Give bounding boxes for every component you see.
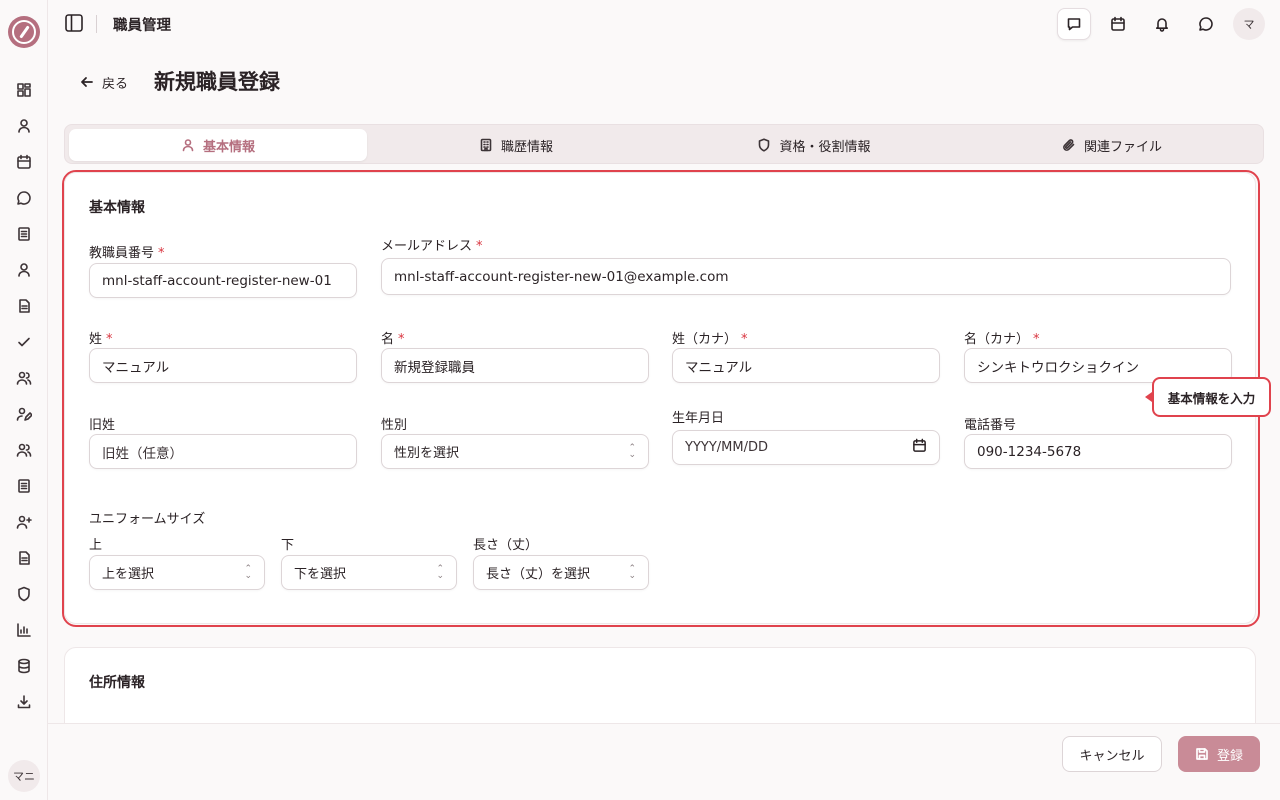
user-avatar[interactable]: マ	[1233, 8, 1265, 40]
chat-icon[interactable]	[14, 188, 34, 208]
database-icon[interactable]	[14, 656, 34, 676]
uniform-top-label: 上	[89, 538, 103, 553]
uniform-length-label: 長さ（丈）	[473, 538, 539, 553]
group-icon[interactable]	[14, 440, 34, 460]
check-icon[interactable]	[14, 332, 34, 352]
building-icon	[480, 138, 492, 152]
gender-select[interactable]: 性別を選択 ⌃ ⌄	[381, 434, 649, 469]
page-title: 新規職員登録	[154, 70, 280, 94]
first-name-label: 名 *	[381, 332, 405, 347]
calendar-icon[interactable]	[1101, 8, 1135, 40]
users-icon[interactable]	[14, 368, 34, 388]
chevron-up-down-icon: ⌃ ⌄	[244, 563, 252, 581]
tab-basic-info[interactable]: 基本情報	[69, 129, 367, 161]
back-label: 戻る	[102, 76, 129, 92]
last-name-kana-input[interactable]: マニュアル	[672, 348, 940, 383]
former-name-input[interactable]: 旧姓（任意）	[89, 434, 357, 469]
calendar-icon[interactable]	[14, 152, 34, 172]
chevron-up-down-icon: ⌃ ⌄	[628, 442, 636, 460]
divider	[96, 15, 97, 33]
birthdate-input[interactable]: YYYY/MM/DD	[672, 430, 940, 465]
submit-label: 登録	[1216, 748, 1243, 764]
last-name-label: 姓 *	[89, 332, 113, 347]
tooltip-arrow	[1145, 392, 1152, 402]
uniform-top-select[interactable]: 上を選択 ⌃ ⌄	[89, 555, 265, 590]
first-name-input[interactable]: 新規登録職員	[381, 348, 649, 383]
email-label: メールアドレス *	[381, 239, 483, 254]
birthdate-value: YYYY/MM/DD	[685, 440, 768, 455]
paperclip-icon	[1063, 139, 1075, 151]
uniform-length-select[interactable]: 長さ（丈）を選択 ⌃ ⌄	[473, 555, 649, 590]
former-name-label: 旧姓	[89, 418, 116, 433]
list-icon[interactable]	[14, 476, 34, 496]
last-name-input[interactable]: マニュアル	[89, 348, 357, 383]
uniform-bottom-select[interactable]: 下を選択 ⌃ ⌄	[281, 555, 457, 590]
file-text-icon[interactable]	[14, 296, 34, 316]
tab-qualification-info[interactable]: 資格・役割情報	[665, 129, 963, 161]
tab-related-files[interactable]: 関連ファイル	[963, 129, 1261, 161]
tab-label: 基本情報	[202, 139, 255, 155]
person-icon[interactable]	[14, 260, 34, 280]
chat-bubble-icon[interactable]	[1189, 8, 1223, 40]
sidebar-toggle-icon[interactable]	[64, 13, 84, 33]
user-icon[interactable]	[14, 116, 34, 136]
uniform-bottom-label: 下	[281, 538, 295, 553]
tab-career-info[interactable]: 職歴情報	[367, 129, 665, 161]
gender-select-value: 性別を選択	[394, 446, 460, 461]
sidebar-user-avatar[interactable]: マニ	[8, 760, 40, 792]
guide-tooltip: 基本情報を入力	[1152, 377, 1271, 417]
top-bar: 職員管理 マ	[48, 0, 1280, 48]
birthdate-label: 生年月日	[672, 411, 725, 426]
section-title: 基本情報	[89, 200, 145, 216]
tab-label: 関連ファイル	[1083, 139, 1162, 155]
user-edit-icon[interactable]	[14, 404, 34, 424]
tab-label: 職歴情報	[500, 139, 553, 155]
cancel-button[interactable]: キャンセル	[1062, 736, 1162, 772]
staff-number-label: 教職員番号 *	[89, 246, 165, 261]
download-icon[interactable]	[14, 692, 34, 712]
email-input[interactable]: mnl-staff-account-register-new-01@exampl…	[381, 258, 1231, 295]
app-title: 職員管理	[113, 18, 171, 34]
back-link[interactable]: 戻る	[80, 72, 128, 92]
arrow-left-icon	[81, 77, 93, 87]
shield-icon	[759, 138, 770, 152]
uniform-length-value: 長さ（丈）を選択	[486, 567, 591, 582]
tab-label: 資格・役割情報	[779, 139, 871, 155]
chevron-up-down-icon: ⌃ ⌄	[436, 563, 444, 581]
gender-label: 性別	[381, 418, 408, 433]
user-plus-icon[interactable]	[14, 512, 34, 532]
section-title: 住所情報	[89, 675, 145, 691]
uniform-top-value: 上を選択	[102, 567, 155, 582]
bell-icon[interactable]	[1145, 8, 1179, 40]
user-icon	[182, 139, 194, 152]
uniform-bottom-value: 下を選択	[294, 567, 347, 582]
save-icon	[1196, 748, 1208, 760]
calendar-icon[interactable]	[912, 438, 927, 457]
phone-label: 電話番号	[964, 418, 1017, 433]
dashboard-icon[interactable]	[14, 80, 34, 100]
staff-number-input[interactable]: mnl-staff-account-register-new-01	[89, 263, 357, 298]
shield-icon[interactable]	[14, 584, 34, 604]
chevron-up-down-icon: ⌃ ⌄	[628, 563, 636, 581]
sidebar: マニ	[0, 0, 48, 800]
first-name-kana-label: 名（カナ） *	[964, 332, 1040, 347]
uniform-title: ユニフォームサイズ	[89, 512, 206, 527]
phone-input[interactable]: 090-1234-5678	[964, 434, 1232, 469]
last-name-kana-label: 姓（カナ） *	[672, 332, 748, 347]
submit-button[interactable]: 登録	[1178, 736, 1260, 772]
message-square-icon[interactable]	[1057, 8, 1091, 40]
app-logo-icon[interactable]	[8, 16, 40, 48]
bar-chart-icon[interactable]	[14, 620, 34, 640]
basic-info-card: 基本情報 教職員番号 * mnl-staff-account-register-n…	[64, 172, 1256, 624]
report-icon[interactable]	[14, 548, 34, 568]
document-icon[interactable]	[14, 224, 34, 244]
tab-bar: 基本情報 職歴情報 資格・役割情報 関連ファイル	[64, 124, 1264, 164]
